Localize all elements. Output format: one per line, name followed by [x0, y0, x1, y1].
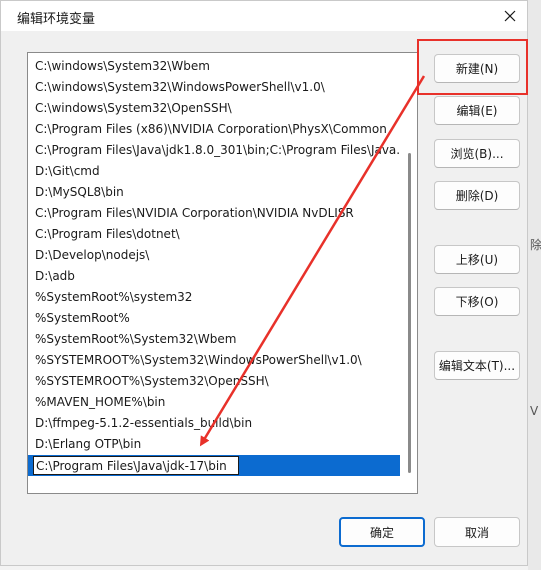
list-item[interactable]: D:\ffmpeg-5.1.2-essentials_build\bin — [28, 413, 400, 434]
list-item[interactable]: D:\Git\cmd — [28, 161, 400, 182]
list-item[interactable]: %SystemRoot% — [28, 308, 400, 329]
list-item[interactable]: %SystemRoot%\System32\Wbem — [28, 329, 400, 350]
list-item[interactable]: %SYSTEMROOT%\System32\OpenSSH\ — [28, 371, 400, 392]
edit-text-button[interactable]: 编辑文本(T)... — [434, 351, 520, 380]
background-window-edge — [528, 0, 541, 570]
list-item[interactable]: D:\Erlang OTP\bin — [28, 434, 400, 455]
close-button[interactable] — [493, 1, 527, 31]
background-partial-text: 除 — [530, 238, 541, 252]
dialog-title: 编辑环境变量 — [17, 12, 96, 27]
edit-button[interactable]: 编辑(E) — [434, 96, 520, 125]
list-item[interactable]: %SYSTEMROOT%\System32\WindowsPowerShell\… — [28, 350, 400, 371]
list-scrollbar[interactable] — [408, 153, 411, 473]
path-edit-input[interactable] — [33, 456, 239, 475]
delete-button[interactable]: 删除(D) — [434, 181, 520, 210]
background-partial-text: V — [530, 404, 539, 418]
list-item[interactable]: C:\windows\System32\Wbem — [28, 56, 400, 77]
move-up-button[interactable]: 上移(U) — [434, 245, 520, 274]
cancel-button[interactable]: 取消 — [434, 517, 520, 547]
list-item[interactable]: C:\windows\System32\WindowsPowerShell\v1… — [28, 77, 400, 98]
list-item[interactable]: C:\windows\System32\OpenSSH\ — [28, 98, 400, 119]
edit-environment-variable-dialog: 编辑环境变量 C:\windows\System32\Wbem C:\window… — [0, 0, 528, 566]
close-icon — [504, 10, 516, 22]
browse-button[interactable]: 浏览(B)... — [434, 139, 520, 168]
list-item[interactable]: D:\Develop\nodejs\ — [28, 245, 400, 266]
path-list[interactable]: C:\windows\System32\Wbem C:\windows\Syste… — [27, 52, 418, 494]
list-item[interactable]: %MAVEN_HOME%\bin — [28, 392, 400, 413]
list-item[interactable]: D:\MySQL8\bin — [28, 182, 400, 203]
title-bar: 编辑环境变量 — [1, 1, 527, 31]
move-down-button[interactable]: 下移(O) — [434, 287, 520, 316]
list-item[interactable]: %SystemRoot%\system32 — [28, 287, 400, 308]
list-item[interactable]: C:\Program Files\NVIDIA Corporation\NVID… — [28, 203, 400, 224]
new-button[interactable]: 新建(N) — [434, 54, 520, 83]
list-item[interactable]: C:\Program Files (x86)\NVIDIA Corporatio… — [28, 119, 400, 140]
list-item[interactable]: D:\adb — [28, 266, 400, 287]
ok-button[interactable]: 确定 — [339, 517, 425, 547]
list-item[interactable]: C:\Program Files\Java\jdk1.8.0_301\bin;C… — [28, 140, 400, 161]
list-item[interactable]: C:\Program Files\dotnet\ — [28, 224, 400, 245]
